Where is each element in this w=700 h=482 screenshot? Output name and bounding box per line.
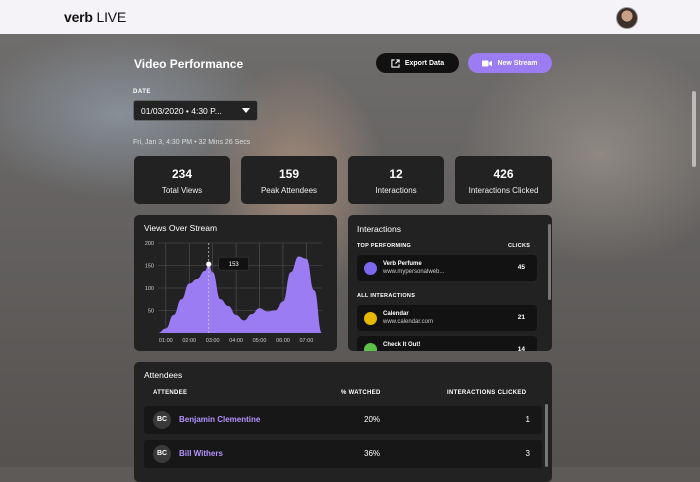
avatar: BC [153,445,171,463]
interaction-clicks: 45 [517,264,525,271]
stat-card-peak-attendees: 159 Peak Attendees [241,156,337,204]
stat-card-total-views: 234 Total Views [134,156,230,204]
interaction-name: Calendar [383,311,409,317]
interaction-name: Verb Perfume [383,261,422,267]
date-select-value: 01/03/2020 • 4:30 P... [141,106,222,116]
attendee-column-header: ATTENDEE [153,390,188,396]
interactions-scrollbar[interactable] [548,224,551,300]
y-tick-label: 50 [148,309,154,315]
app-logo[interactable]: verb LIVE [64,9,126,25]
x-tick-label: 05:00 [253,338,267,344]
chevron-down-icon [242,108,250,113]
x-tick-label: 01:00 [159,338,173,344]
export-data-label: Export Data [404,59,445,67]
stat-card-interactions: 12 Interactions [348,156,444,204]
page-title: Video Performance [134,57,244,71]
highlight-point [206,261,212,267]
check-icon [364,343,377,351]
interaction-item[interactable]: Calendar www.calendar.com 21 [357,305,537,331]
stat-value: 12 [389,167,403,181]
perfume-icon [364,262,377,275]
calendar-icon [364,312,377,325]
x-tick-label: 04:00 [229,338,243,344]
y-tick-label: 100 [145,286,154,292]
clicked-value: 1 [525,415,530,424]
attendees-scrollbar[interactable] [545,404,548,467]
stat-label: Interactions [375,186,417,195]
x-tick-label: 06:00 [276,338,290,344]
stat-card-interactions-clicked: 426 Interactions Clicked [455,156,552,204]
interaction-clicks: 21 [517,314,525,321]
attendee-name[interactable]: Bill Withers [179,449,223,458]
clicked-value: 3 [525,449,530,458]
interaction-url: www.calendar.com [383,319,434,325]
video-camera-icon [482,60,493,66]
date-label: DATE [133,89,151,95]
tooltip-value: 153 [229,262,240,268]
watched-value: 36% [364,449,381,458]
user-avatar[interactable] [616,7,638,29]
y-tick-label: 150 [145,264,154,270]
export-data-button[interactable]: Export Data [376,53,459,73]
attendee-name[interactable]: Benjamin Clementine [179,415,260,424]
x-tick-label: 03:00 [206,338,220,344]
new-stream-button[interactable]: New Stream [468,53,552,73]
y-tick-label: 200 [145,241,154,247]
attendees-panel: Attendees ATTENDEE % WATCHED INTERACTION… [134,362,552,482]
views-over-stream-panel: Views Over Stream 50 100 150 200 01:00 02:00 0… [134,215,337,351]
interaction-url: www.mypersonalweb... [383,269,445,275]
interaction-clicks: 14 [517,346,525,351]
stat-label: Peak Attendees [260,186,318,195]
x-tick-label: 02:00 [182,338,196,344]
stat-value: 426 [493,167,514,181]
page-scrollbar[interactable] [692,91,696,167]
interactions-panel: Interactions TOP PERFORMING CLICKS Verb … [348,215,552,351]
stream-info: Fri, Jan 3, 4:30 PM • 32 Mins 26 Secs [133,139,251,146]
interaction-item[interactable]: Verb Perfume www.mypersonalweb... 45 [357,255,537,281]
stat-value: 234 [171,167,193,181]
export-icon [391,58,400,68]
avatar: BC [153,411,171,429]
clicked-column-header: INTERACTIONS CLICKED [447,390,527,396]
interactions-title: Interactions [357,224,401,234]
clicks-header: CLICKS [508,243,531,249]
stat-label: Total Views [161,186,203,195]
watched-value: 20% [364,415,381,424]
x-tick-label: 07:00 [299,338,313,344]
interaction-name: Check It Out! [383,342,421,348]
all-interactions-header: ALL INTERACTIONS [357,293,416,299]
table-row[interactable]: BC Bill Withers 36% 3 [144,440,542,468]
table-row[interactable]: BC Benjamin Clementine 20% 1 [144,406,542,434]
watched-column-header: % WATCHED [341,390,381,396]
new-stream-label: New Stream [497,59,538,67]
date-select[interactable]: 01/03/2020 • 4:30 P... [133,100,258,121]
stat-value: 159 [278,167,300,181]
stat-label: Interactions Clicked [468,186,539,195]
top-performing-header: TOP PERFORMING [357,243,412,249]
views-chart: 50 100 150 200 01:00 02:00 03:00 04:00 05:00 06:0… [145,241,322,344]
interaction-item[interactable]: Check It Out! 14 [357,336,537,351]
attendees-title: Attendees [144,370,183,380]
top-bar: verb LIVE [0,0,700,34]
